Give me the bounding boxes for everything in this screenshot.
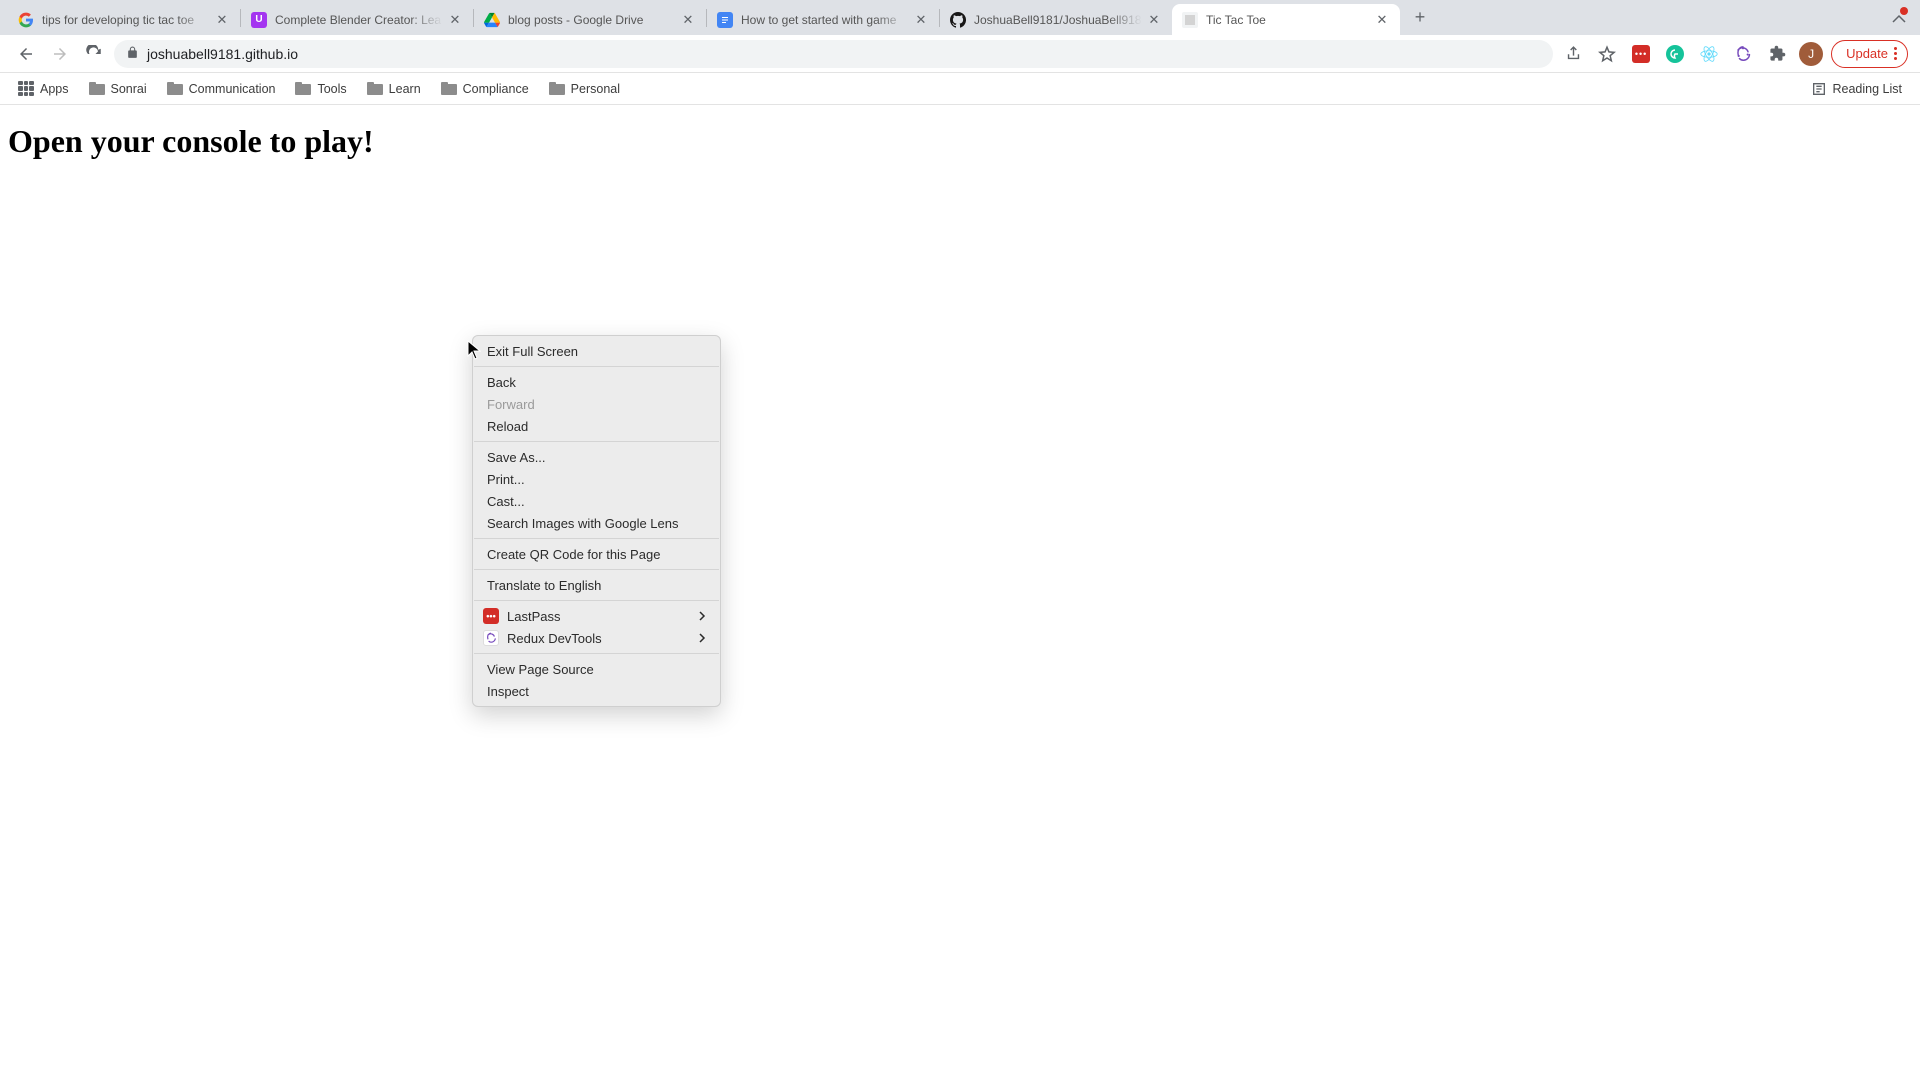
ctx-reload[interactable]: Reload	[473, 415, 720, 437]
ctx-create-qr[interactable]: Create QR Code for this Page	[473, 543, 720, 565]
bookmark-label: Communication	[189, 82, 276, 96]
separator	[474, 538, 719, 539]
udemy-favicon-icon: U	[251, 12, 267, 28]
bookmark-folder-tools[interactable]: Tools	[287, 78, 354, 100]
tab-title: blog posts - Google Drive	[508, 13, 676, 27]
apps-button[interactable]: Apps	[10, 77, 77, 101]
page-content: Open your console to play!	[0, 105, 1920, 178]
tab-tips[interactable]: tips for developing tic tac toe ✕	[8, 4, 240, 36]
ctx-save-as[interactable]: Save As...	[473, 446, 720, 468]
extensions-icon[interactable]	[1763, 40, 1791, 68]
share-icon[interactable]	[1559, 40, 1587, 68]
ctx-exit-fullscreen[interactable]: Exit Full Screen	[473, 340, 720, 362]
bookmark-folder-personal[interactable]: Personal	[541, 78, 628, 100]
kebab-icon	[1894, 47, 1897, 60]
tab-tictactoe[interactable]: Tic Tac Toe ✕	[1172, 4, 1400, 36]
tab-docs[interactable]: How to get started with game ✕	[707, 4, 939, 36]
close-icon[interactable]: ✕	[1374, 12, 1390, 28]
redux-icon	[483, 630, 499, 646]
ctx-view-source[interactable]: View Page Source	[473, 658, 720, 680]
bookmark-label: Compliance	[463, 82, 529, 96]
bookmarks-bar: Apps Sonrai Communication Tools Learn Co…	[0, 73, 1920, 105]
google-favicon-icon	[18, 12, 34, 28]
docs-favicon-icon	[717, 12, 733, 28]
ctx-translate[interactable]: Translate to English	[473, 574, 720, 596]
folder-icon	[367, 82, 383, 95]
bookmark-label: Tools	[317, 82, 346, 96]
update-label: Update	[1846, 46, 1888, 61]
update-button[interactable]: Update	[1831, 40, 1908, 68]
folder-icon	[167, 82, 183, 95]
ctx-forward: Forward	[473, 393, 720, 415]
ctx-lastpass[interactable]: ••• LastPass	[473, 605, 720, 627]
forward-button[interactable]	[46, 40, 74, 68]
lock-icon	[126, 46, 139, 62]
bookmark-folder-compliance[interactable]: Compliance	[433, 78, 537, 100]
tab-title: Complete Blender Creator: Lea	[275, 13, 443, 27]
tab-title: How to get started with game	[741, 13, 909, 27]
bookmark-label: Personal	[571, 82, 620, 96]
lastpass-ext-icon[interactable]: •••	[1627, 40, 1655, 68]
chevron-right-icon	[698, 609, 706, 624]
ctx-google-lens[interactable]: Search Images with Google Lens	[473, 512, 720, 534]
omnibox[interactable]: joshuabell9181.github.io	[114, 40, 1553, 68]
bookmark-star-icon[interactable]	[1593, 40, 1621, 68]
folder-icon	[441, 82, 457, 95]
close-icon[interactable]: ✕	[913, 12, 929, 28]
tab-drive[interactable]: blog posts - Google Drive ✕	[474, 4, 706, 36]
back-button[interactable]	[12, 40, 40, 68]
ctx-back[interactable]: Back	[473, 371, 720, 393]
apps-grid-icon	[18, 81, 34, 97]
page-heading: Open your console to play!	[8, 123, 1912, 160]
context-menu: Exit Full Screen Back Forward Reload Sav…	[472, 335, 721, 707]
ctx-cast[interactable]: Cast...	[473, 490, 720, 512]
close-icon[interactable]: ✕	[680, 12, 696, 28]
separator	[474, 653, 719, 654]
bookmark-folder-communication[interactable]: Communication	[159, 78, 284, 100]
github-favicon-icon	[950, 12, 966, 28]
close-icon[interactable]: ✕	[447, 12, 463, 28]
drive-favicon-icon	[484, 12, 500, 28]
bookmark-label: Learn	[389, 82, 421, 96]
folder-icon	[89, 82, 105, 95]
tab-blender[interactable]: U Complete Blender Creator: Lea ✕	[241, 4, 473, 36]
separator	[474, 600, 719, 601]
close-icon[interactable]: ✕	[214, 12, 230, 28]
lastpass-icon: •••	[483, 608, 499, 624]
folder-icon	[549, 82, 565, 95]
apps-label: Apps	[40, 82, 69, 96]
tab-github[interactable]: JoshuaBell9181/JoshuaBell918 ✕	[940, 4, 1172, 36]
reading-list-label: Reading List	[1833, 82, 1903, 96]
address-bar: joshuabell9181.github.io ••• J Update	[0, 35, 1920, 73]
bookmark-folder-sonrai[interactable]: Sonrai	[81, 78, 155, 100]
reading-list-button[interactable]: Reading List	[1803, 77, 1911, 101]
bookmark-folder-learn[interactable]: Learn	[359, 78, 429, 100]
tab-title: JoshuaBell9181/JoshuaBell918	[974, 13, 1142, 27]
bookmark-label: Sonrai	[111, 82, 147, 96]
url-text: joshuabell9181.github.io	[147, 46, 298, 62]
tab-strip: tips for developing tic tac toe ✕ U Comp…	[0, 0, 1920, 35]
separator	[474, 366, 719, 367]
page-favicon-icon	[1182, 12, 1198, 28]
chevron-right-icon	[698, 631, 706, 646]
avatar-initial: J	[1808, 47, 1814, 61]
ctx-redux-devtools[interactable]: Redux DevTools	[473, 627, 720, 649]
new-tab-button[interactable]: +	[1406, 4, 1434, 32]
ctx-print[interactable]: Print...	[473, 468, 720, 490]
ctx-inspect[interactable]: Inspect	[473, 680, 720, 702]
notification-dot-icon	[1900, 7, 1908, 15]
folder-icon	[295, 82, 311, 95]
separator	[474, 569, 719, 570]
reading-list-icon	[1811, 81, 1827, 97]
tab-title: tips for developing tic tac toe	[42, 13, 210, 27]
tab-title: Tic Tac Toe	[1206, 13, 1370, 27]
redux-ext-icon[interactable]	[1729, 40, 1757, 68]
profile-avatar[interactable]: J	[1797, 40, 1825, 68]
react-devtools-ext-icon[interactable]	[1695, 40, 1723, 68]
grammarly-ext-icon[interactable]	[1661, 40, 1689, 68]
window-menu-icon[interactable]	[1888, 9, 1906, 27]
reload-button[interactable]	[80, 40, 108, 68]
separator	[474, 441, 719, 442]
close-icon[interactable]: ✕	[1146, 12, 1162, 28]
